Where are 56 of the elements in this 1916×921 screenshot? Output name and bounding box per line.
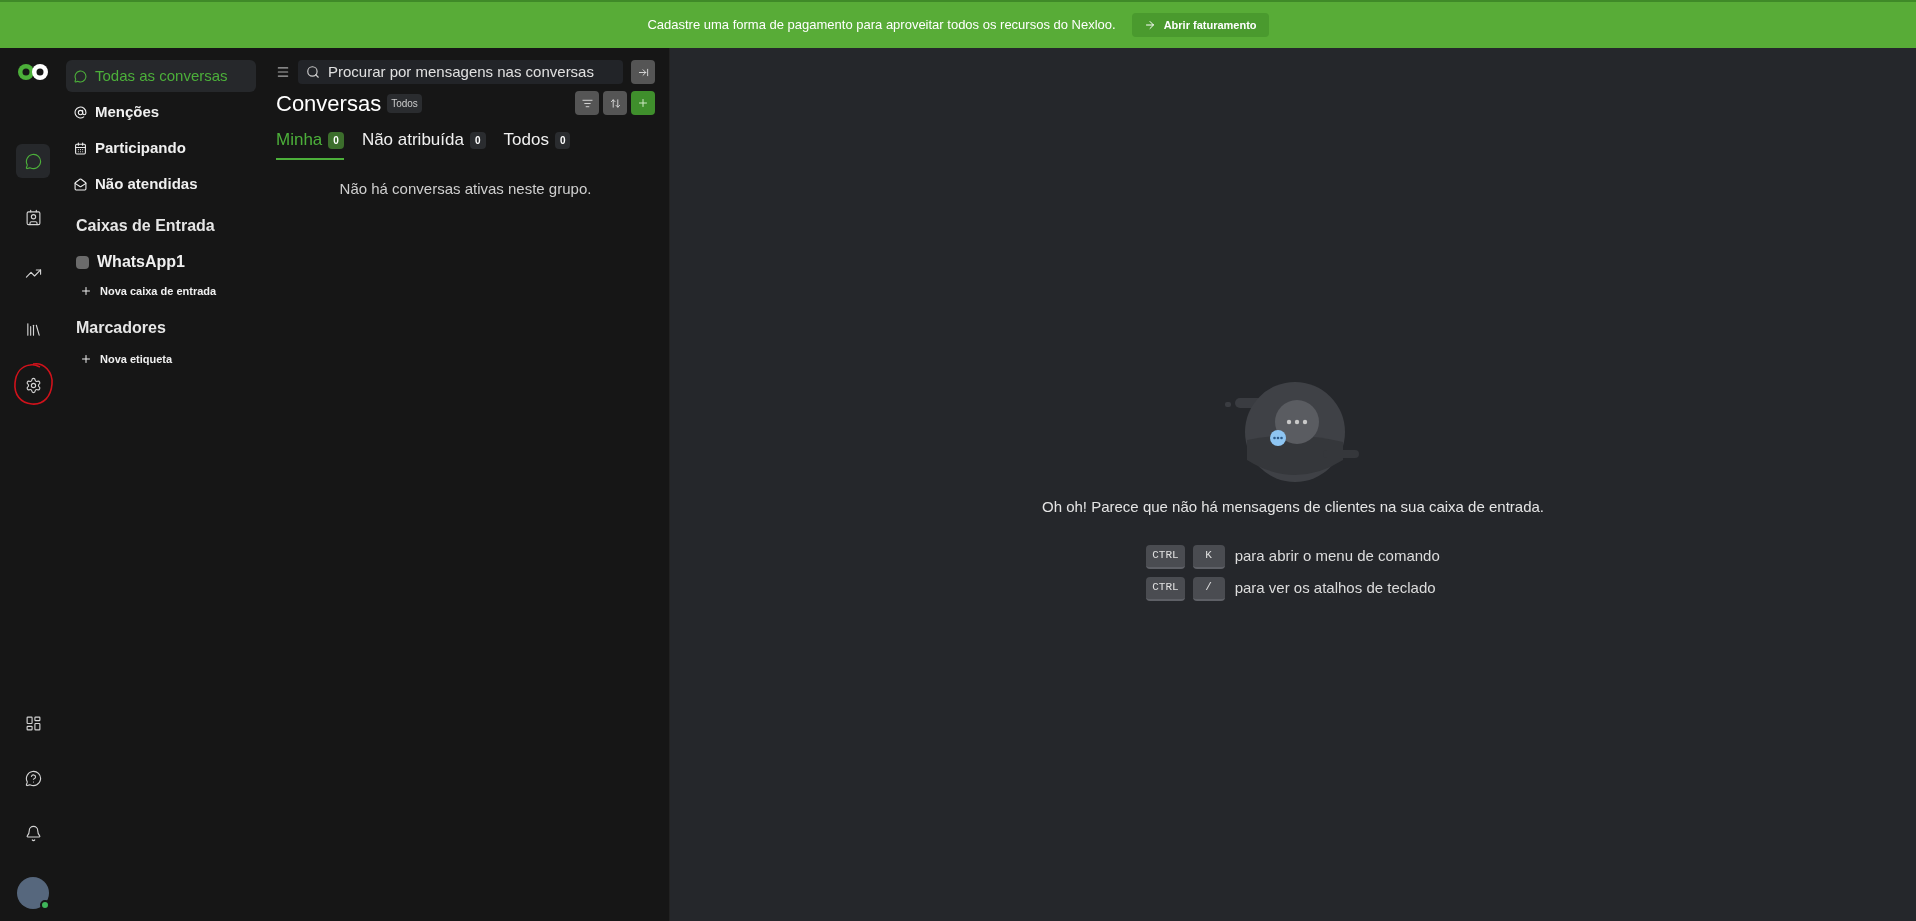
mail-icon: [74, 177, 87, 191]
collapse-button[interactable]: [631, 60, 655, 84]
nav-item[interactable]: Todas as conversas: [66, 60, 256, 92]
bell-icon: [24, 824, 42, 842]
new-inbox-link[interactable]: Nova caixa de entrada: [66, 280, 256, 302]
nav-item[interactable]: Menções: [66, 96, 256, 128]
status-filter-badge[interactable]: Todos: [387, 93, 422, 113]
inbox-item[interactable]: WhatsApp1: [66, 250, 256, 274]
shortcut-description: para ver os atalhos de teclado: [1234, 578, 1436, 599]
section-heading: Caixas de Entrada: [75, 216, 216, 236]
settings-icon: [24, 376, 42, 394]
banner-message: Cadastre uma forma de pagamento para aproveitar todos os recursos do Nexloo.: [647, 16, 1116, 35]
contact-icon: [24, 208, 42, 226]
search-field[interactable]: Procurar por mensagens nas conversas: [298, 60, 623, 84]
nav-item[interactable]: Participando: [66, 132, 256, 164]
conversation-tab[interactable]: Não atribuída 0: [361, 122, 486, 160]
keyboard-key: K: [1192, 544, 1225, 569]
search-icon: [306, 65, 320, 79]
help-icon: [24, 769, 42, 787]
billing-button[interactable]: Abrir faturamento: [1131, 13, 1269, 37]
keyboard-key: CTRL: [1146, 576, 1185, 601]
sort-button[interactable]: [603, 91, 627, 115]
library-icon: [24, 320, 42, 338]
shortcut-description: para abrir o menu de comando: [1234, 546, 1440, 567]
logo-icon: [17, 62, 49, 82]
filter-icon: [581, 97, 593, 109]
plus-icon: [80, 285, 92, 297]
add-button[interactable]: [631, 91, 655, 115]
arrow-icon: [1143, 19, 1156, 31]
keyboard-key: CTRL: [1146, 544, 1185, 569]
panel-title: Conversas: [276, 89, 382, 118]
sort-icon: [609, 97, 621, 109]
rail-button[interactable]: [16, 144, 50, 178]
menu-icon[interactable]: [276, 65, 290, 79]
conversation-tab[interactable]: Minha 0: [276, 122, 344, 160]
at-sign-icon: [74, 105, 87, 119]
keyboard-key: /: [1192, 576, 1225, 601]
section-heading: Marcadores: [75, 318, 167, 338]
chat-icon: [74, 69, 87, 83]
count-badge: 0: [469, 131, 486, 149]
collapse-icon: [637, 66, 649, 78]
conversation-tab[interactable]: Todos 0: [503, 122, 571, 160]
chat-icon: [24, 152, 42, 170]
new-label-link[interactable]: Nova etiqueta: [66, 348, 256, 370]
empty-message: Não há conversas ativas neste grupo.: [338, 179, 593, 199]
nav-item[interactable]: Não atendidas: [66, 168, 256, 200]
calendar-icon: [74, 141, 87, 155]
dashboard-icon: [24, 714, 42, 732]
empty-inbox-message: Oh oh! Parece que não há mensagens de clientes na sua caixa de entrada.: [1042, 497, 1544, 517]
avatar[interactable]: [17, 877, 49, 909]
filter-button[interactable]: [575, 91, 599, 115]
plus-icon: [637, 97, 649, 109]
inbox-icon: [76, 255, 89, 269]
count-badge: 0: [328, 131, 344, 149]
count-badge: 0: [554, 131, 571, 149]
plus-icon: [80, 353, 92, 365]
